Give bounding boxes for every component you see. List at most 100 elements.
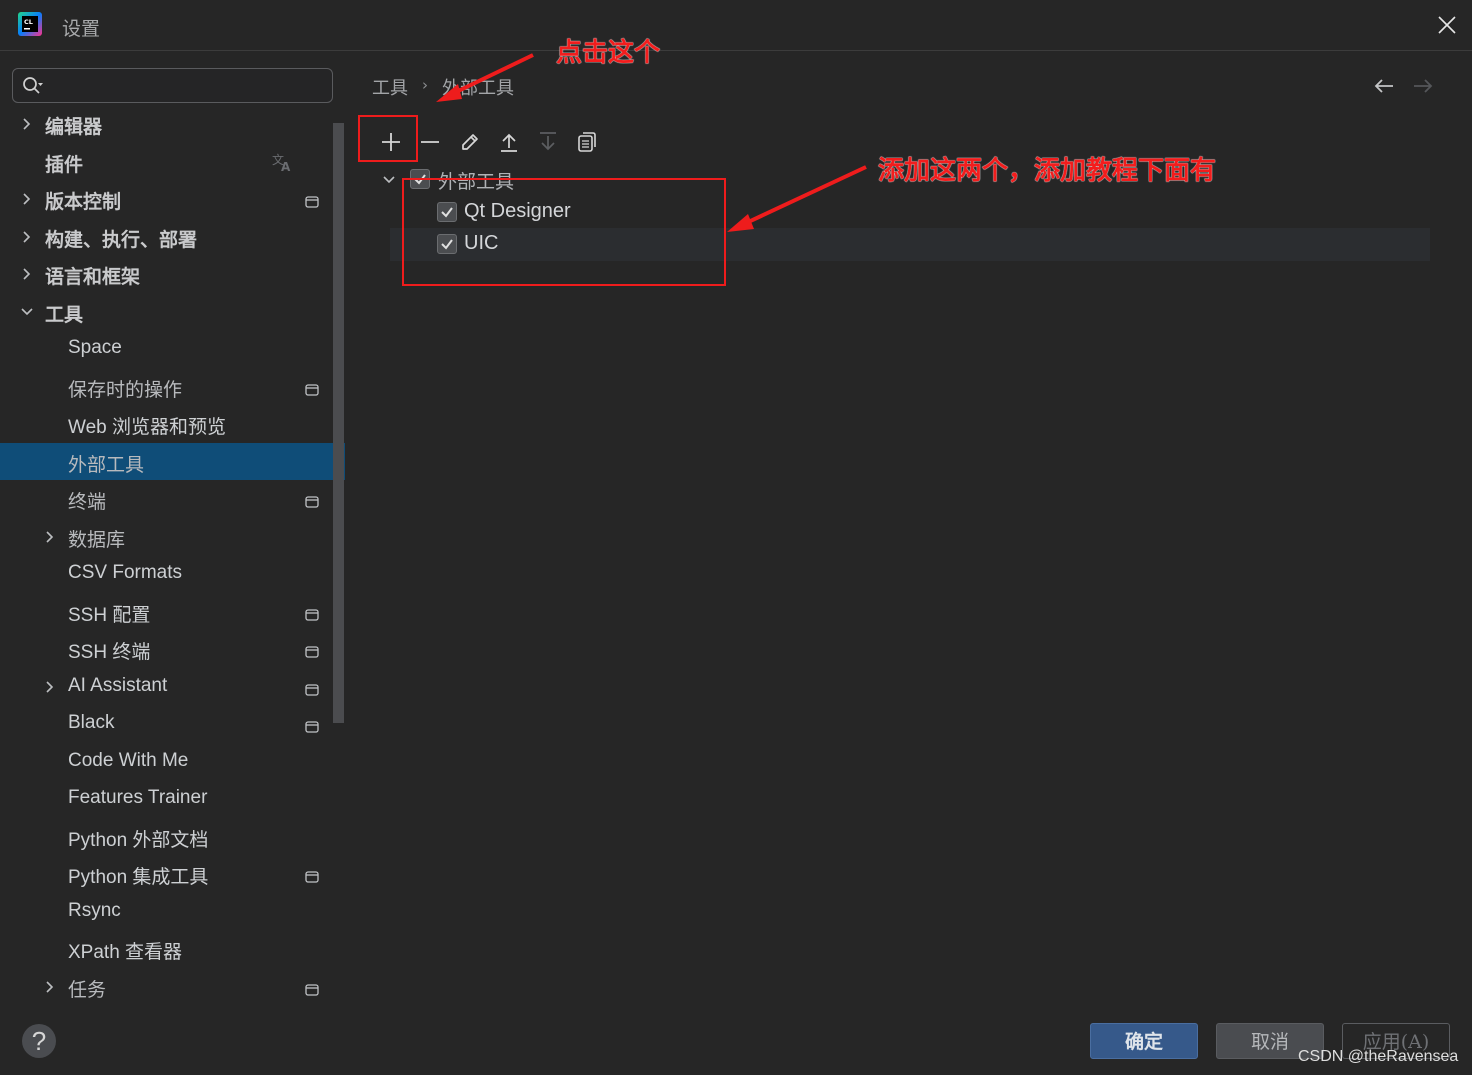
- sidebar-item-label: 工具: [45, 303, 84, 326]
- forward-arrow-icon[interactable]: [1412, 76, 1434, 96]
- sidebar-item-label: CSV Formats: [68, 562, 183, 583]
- sidebar-item-label: 语言和框架: [45, 266, 141, 288]
- search-field[interactable]: [12, 68, 333, 103]
- sidebar-item[interactable]: Web 浏览器和预览: [0, 405, 345, 442]
- watermark: CSDN @theRavensea: [1298, 1048, 1459, 1065]
- sidebar-item[interactable]: Code With Me: [0, 743, 345, 780]
- breadcrumb: 工具 › 外部工具: [372, 74, 514, 100]
- ok-button[interactable]: 确定: [1090, 1023, 1198, 1059]
- svg-text:CL: CL: [24, 18, 33, 26]
- sidebar-item[interactable]: SSH 终端: [0, 630, 345, 667]
- sidebar-item-label: XPath 查看器: [68, 942, 183, 963]
- sidebar-item[interactable]: AI Assistant: [0, 668, 345, 705]
- project-level-icon: [305, 380, 319, 396]
- sidebar-item-label: 编辑器: [45, 116, 103, 138]
- project-level-icon: [305, 980, 319, 996]
- sidebar-item-label: Code With Me: [68, 749, 189, 771]
- sidebar-item[interactable]: SSH 配置: [0, 593, 345, 630]
- sidebar-item-label: 外部工具: [68, 453, 145, 476]
- close-icon[interactable]: [1436, 14, 1458, 36]
- chevron-right-icon[interactable]: [20, 117, 34, 131]
- sidebar-scrollbar[interactable]: [333, 123, 344, 723]
- sidebar-item-label: Space: [68, 337, 122, 358]
- move-up-button[interactable]: [493, 126, 525, 158]
- sidebar-item-label: 终端: [68, 491, 107, 513]
- annotation-add-these-two: 添加这两个，添加教程下面有: [878, 156, 1217, 186]
- project-level-icon: [305, 192, 319, 208]
- chevron-right-icon[interactable]: [20, 192, 34, 206]
- sidebar-item[interactable]: Python 外部文档: [0, 818, 345, 855]
- sidebar-item[interactable]: 插件 文 A: [0, 143, 345, 180]
- sidebar-item-label: SSH 配置: [68, 604, 151, 626]
- sidebar-item[interactable]: 任务: [0, 968, 345, 1005]
- chevron-right-icon[interactable]: [20, 267, 34, 281]
- breadcrumb-item-tools[interactable]: 工具: [372, 74, 408, 100]
- remove-tool-button[interactable]: [414, 126, 446, 158]
- sidebar-item-label: Web 浏览器和预览: [68, 417, 227, 438]
- sidebar-item[interactable]: 版本控制: [0, 180, 345, 217]
- sidebar-item[interactable]: 编辑器: [0, 105, 345, 142]
- chevron-down-icon[interactable]: [20, 305, 34, 319]
- move-down-icon: [540, 132, 556, 151]
- copy-icon: [578, 132, 596, 152]
- title-bar: CL 设置: [0, 0, 1472, 51]
- project-level-icon: [305, 642, 319, 658]
- chevron-right-icon[interactable]: [43, 680, 57, 694]
- sidebar-item-label: SSH 终端: [68, 642, 151, 663]
- sidebar-item[interactable]: 数据库: [0, 518, 345, 555]
- sidebar-item-label: Black: [68, 712, 115, 733]
- sidebar-item[interactable]: Rsync: [0, 893, 345, 930]
- sidebar-item-label: Features Trainer: [68, 787, 208, 808]
- translate-icon: 文A: [272, 151, 294, 174]
- svg-text:A: A: [281, 160, 291, 173]
- sidebar-item[interactable]: 终端: [0, 480, 345, 517]
- sidebar-item[interactable]: Features Trainer: [0, 780, 345, 817]
- edit-tool-button[interactable]: [454, 126, 486, 158]
- sidebar-item-label: Python 外部文档: [68, 829, 209, 851]
- move-down-button[interactable]: [532, 126, 564, 158]
- minus-icon: [421, 141, 439, 143]
- sidebar-item[interactable]: 工具: [0, 293, 345, 330]
- sidebar-item-label: 数据库: [68, 528, 126, 551]
- sidebar-item-label: 插件: [45, 153, 84, 176]
- sidebar-item-label: AI Assistant: [68, 674, 168, 696]
- search-input[interactable]: [49, 73, 329, 98]
- sidebar-item-label: Python 集成工具: [68, 867, 209, 888]
- chevron-down-icon[interactable]: [382, 173, 396, 187]
- sidebar-item[interactable]: 保存时的操作: [0, 368, 345, 405]
- project-level-icon: [305, 492, 319, 508]
- chevron-right-icon[interactable]: [20, 230, 34, 244]
- sidebar-item[interactable]: 外部工具: [0, 442, 345, 480]
- annotation-click-this: 点击这个: [556, 38, 661, 68]
- sidebar-item[interactable]: 语言和框架: [0, 255, 345, 292]
- chevron-right-icon[interactable]: [43, 980, 57, 994]
- sidebar-item[interactable]: 构建、执行、部署: [0, 218, 345, 255]
- sidebar-item-label: 保存时的操作: [68, 378, 183, 401]
- project-level-icon: [305, 717, 319, 733]
- sidebar-item[interactable]: XPath 查看器: [0, 930, 345, 967]
- sidebar-item[interactable]: Python 集成工具: [0, 855, 345, 892]
- breadcrumb-item-external-tools: 外部工具: [442, 78, 514, 99]
- sidebar-item[interactable]: Space: [0, 330, 345, 367]
- project-level-icon: [305, 605, 319, 621]
- help-button[interactable]: ?: [22, 1024, 56, 1058]
- sidebar-item[interactable]: CSV Formats: [0, 555, 345, 592]
- clion-logo-icon: CL: [18, 12, 42, 36]
- sidebar-item-label: 任务: [68, 978, 107, 1001]
- sidebar-item-label: Rsync: [68, 899, 121, 921]
- back-arrow-icon[interactable]: [1373, 76, 1395, 96]
- sidebar-item-label: 构建、执行、部署: [45, 228, 198, 251]
- sidebar-item-label: 版本控制: [45, 191, 122, 213]
- move-up-icon: [501, 133, 517, 152]
- breadcrumb-separator: ›: [422, 76, 428, 94]
- pencil-icon: [462, 134, 478, 150]
- annotation-box-add-button: [358, 115, 418, 162]
- search-icon: [23, 77, 43, 94]
- sidebar-item[interactable]: Black: [0, 705, 345, 742]
- help-icon: ?: [31, 1026, 47, 1056]
- annotation-box-tools: [402, 178, 726, 286]
- window-title: 设置: [62, 18, 101, 40]
- chevron-right-icon[interactable]: [43, 530, 57, 544]
- copy-tool-button[interactable]: [571, 126, 603, 158]
- project-level-icon: [305, 867, 319, 883]
